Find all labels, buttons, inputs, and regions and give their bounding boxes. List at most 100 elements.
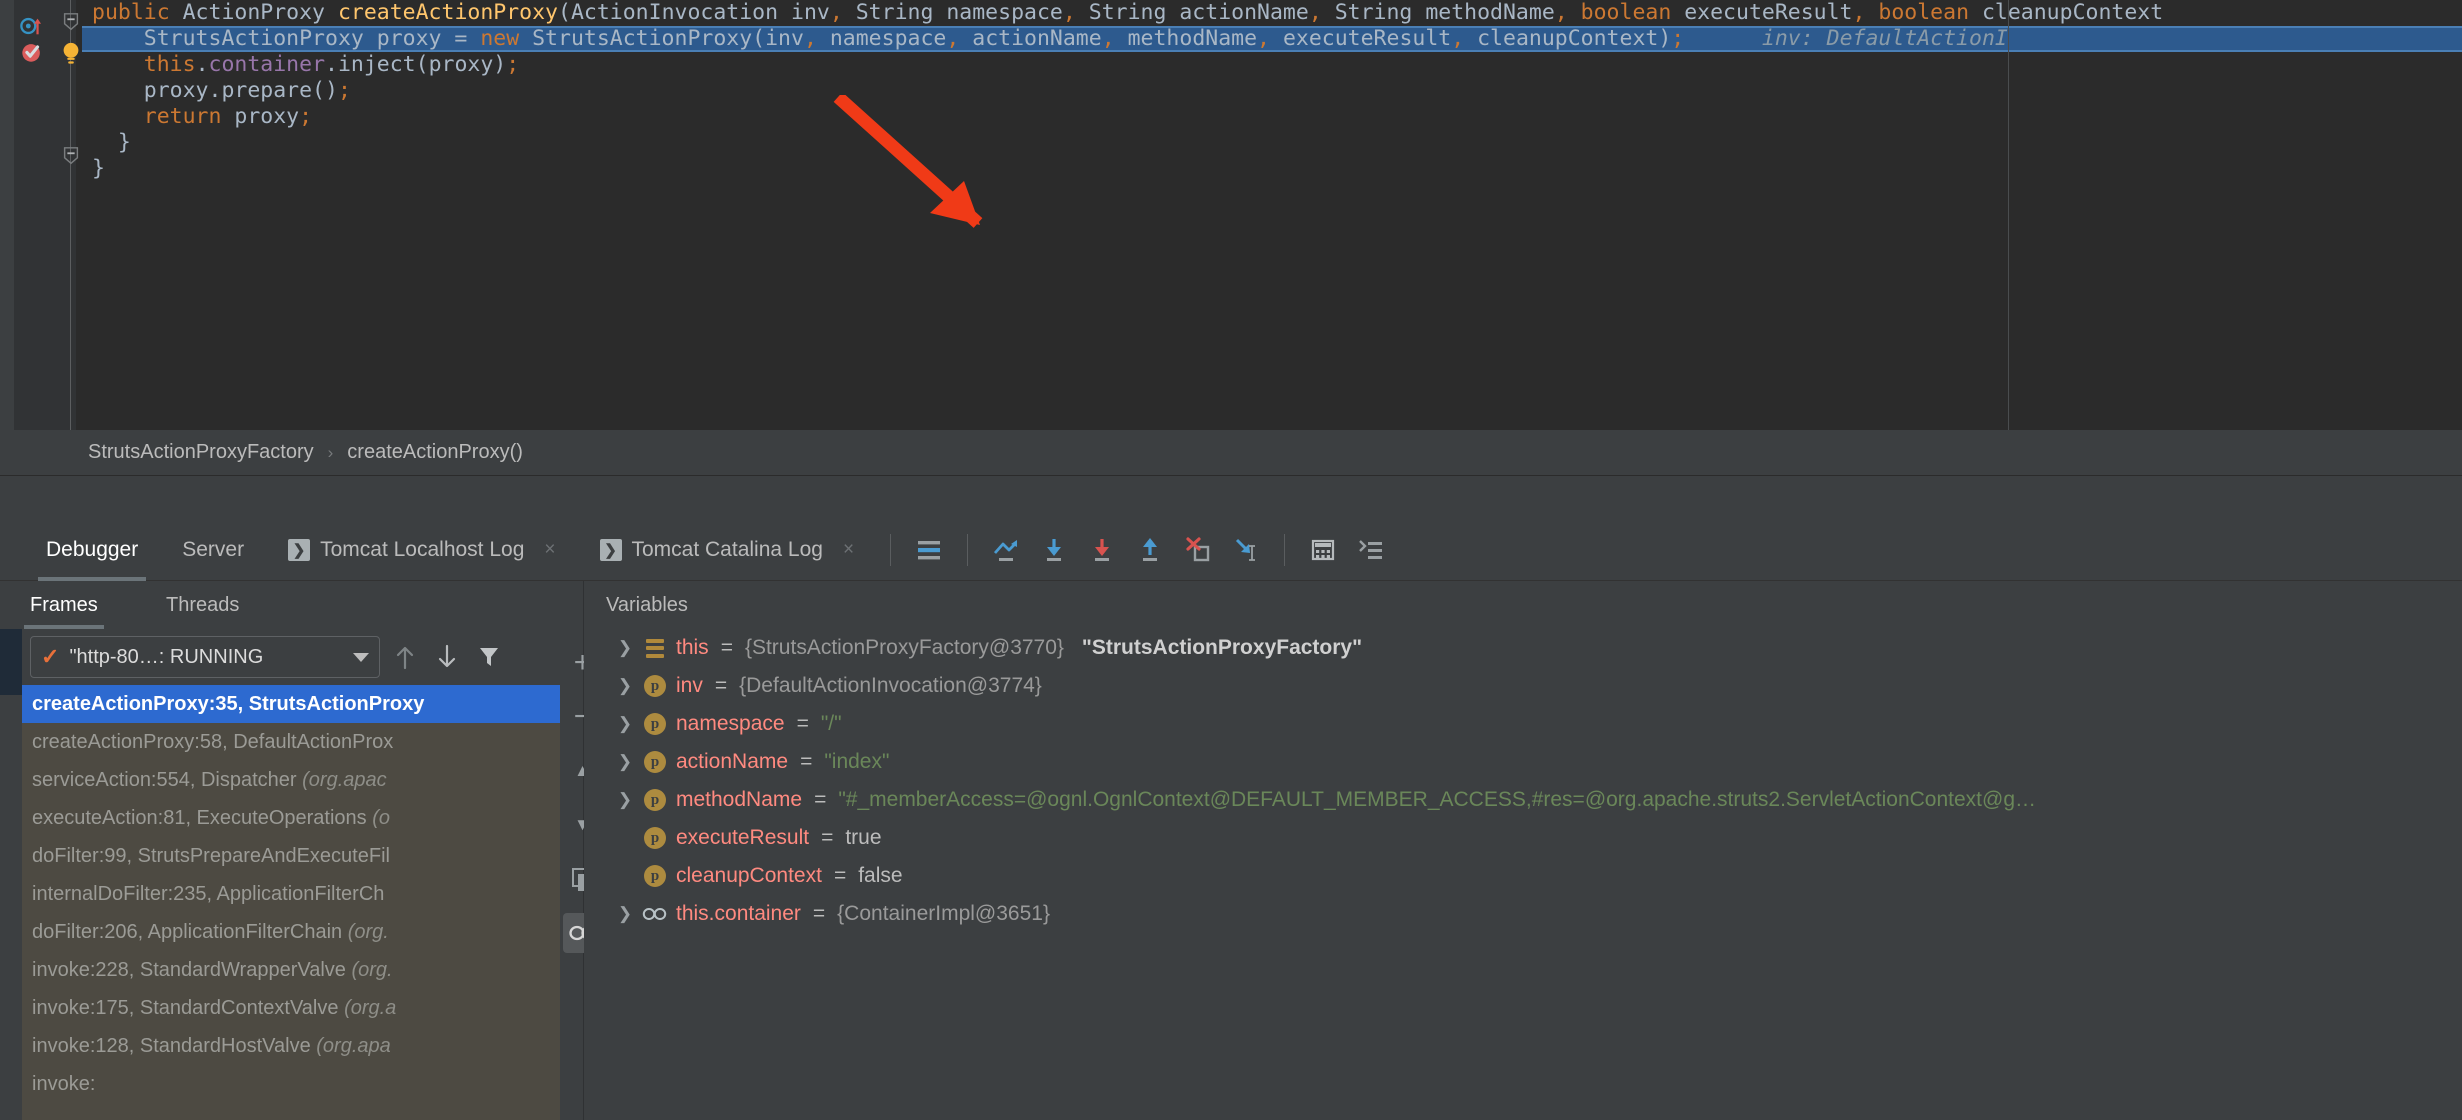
debug-tab-server[interactable]: Server: [160, 519, 266, 581]
breadcrumb-method[interactable]: createActionProxy(): [347, 441, 523, 464]
variable-value: "index": [824, 750, 890, 773]
tab-frames[interactable]: Frames: [24, 581, 104, 629]
chevron-right-icon[interactable]: ❯: [616, 790, 634, 810]
breadcrumb-class[interactable]: StrutsActionProxyFactory: [88, 441, 314, 464]
editor-debug-splitter[interactable]: [0, 477, 2462, 519]
close-icon[interactable]: ×: [843, 539, 854, 561]
frame-row[interactable]: serviceAction:554, Dispatcher (org.apac: [22, 761, 560, 799]
code-lines[interactable]: public ActionProxy createActionProxy(Act…: [82, 0, 2462, 430]
debug-tab-tomcat-localhost-log[interactable]: ❯ Tomcat Localhost Log ×: [266, 519, 577, 581]
variable-name: executeResult: [676, 826, 810, 849]
debug-tab-debugger[interactable]: Debugger: [24, 519, 160, 581]
variable-equals: =: [796, 712, 809, 735]
variable-row[interactable]: ❯ p actionName = "index": [584, 743, 2462, 781]
frame-row[interactable]: executeAction:81, ExecuteOperations (o: [22, 799, 560, 837]
frames-toolbar[interactable]: ✓ "http-80…: RUNNING: [22, 629, 560, 685]
thread-selector[interactable]: ✓ "http-80…: RUNNING: [30, 636, 380, 678]
fold-collapse-icon[interactable]: [60, 12, 82, 32]
line-close-method[interactable]: }: [82, 130, 2462, 156]
tab-variables[interactable]: Variables: [600, 581, 694, 629]
evaluate-expression-icon[interactable]: [1302, 529, 1344, 571]
line-close-class[interactable]: }: [82, 156, 2462, 182]
frame-method: invoke:128, StandardHostValve: [32, 1035, 317, 1057]
chevron-right-icon[interactable]: ❯: [616, 752, 634, 772]
line-prepare[interactable]: proxy.prepare();: [82, 78, 2462, 104]
fold-collapse-icon-bottom[interactable]: [60, 146, 82, 166]
frame-row[interactable]: createActionProxy:58, DefaultActionProx: [22, 723, 560, 761]
force-step-into-icon[interactable]: [1081, 529, 1123, 571]
filter-icon[interactable]: [472, 640, 506, 674]
breakpoint-icon[interactable]: [20, 40, 44, 64]
frame-row[interactable]: doFilter:206, ApplicationFilterChain (or…: [22, 913, 560, 951]
line-return[interactable]: return proxy;: [82, 104, 2462, 130]
variable-equals: =: [720, 636, 733, 659]
frame-package: (org.a: [344, 997, 397, 1019]
variable-row[interactable]: ❯ this.container = {ContainerImpl@3651}: [584, 895, 2462, 933]
frame-row[interactable]: createActionProxy:35, StrutsActionProxy: [22, 685, 560, 723]
editor-right-border: [2008, 0, 2009, 430]
variable-row[interactable]: p executeResult = true: [584, 819, 2462, 857]
frame-row[interactable]: invoke:128, StandardHostValve (org.apa: [22, 1027, 560, 1065]
breadcrumb[interactable]: StrutsActionProxyFactory › createActionP…: [0, 430, 2462, 476]
code-editor[interactable]: public ActionProxy createActionProxy(Act…: [0, 0, 2462, 430]
variable-equals: =: [714, 674, 728, 697]
tab-threads[interactable]: Threads: [160, 581, 245, 629]
arrow-down-icon[interactable]: [430, 640, 464, 674]
close-icon[interactable]: ×: [544, 539, 555, 561]
mute-breakpoints-icon[interactable]: [908, 529, 950, 571]
debug-tab-label: Debugger: [46, 537, 139, 561]
settings-lines-icon[interactable]: [1350, 529, 1392, 571]
variable-row[interactable]: p cleanupContext = false: [584, 857, 2462, 895]
variable-equals: =: [821, 826, 834, 849]
variable-row[interactable]: ❯ this = {StrutsActionProxyFactory@3770} "St…: [584, 629, 2462, 667]
frame-row[interactable]: invoke:228, StandardWrapperValve (org.: [22, 951, 560, 989]
variable-object-ref: {ContainerImpl@3651}: [837, 902, 1050, 925]
code-token: proxy: [221, 104, 300, 129]
line-signature[interactable]: public ActionProxy createActionProxy(Act…: [82, 0, 2462, 26]
chevron-right-icon[interactable]: ❯: [616, 904, 634, 924]
frame-row[interactable]: internalDoFilter:235, ApplicationFilterC…: [22, 875, 560, 913]
code-token: cleanupContext): [1464, 26, 1672, 51]
variable-equals: =: [814, 788, 827, 811]
variable-row[interactable]: ❯ p namespace = "/": [584, 705, 2462, 743]
chevron-right-icon[interactable]: ❯: [616, 714, 634, 734]
frame-row[interactable]: invoke:175, StandardContextValve (org.a: [22, 989, 560, 1027]
frame-row[interactable]: doFilter:99, StrutsPrepareAndExecuteFil: [22, 837, 560, 875]
debug-tab-bar[interactable]: Debugger Server ❯ Tomcat Localhost Log × ❯ Tom…: [0, 519, 2462, 581]
code-token: ActionProxy: [182, 0, 338, 25]
step-into-icon[interactable]: [1033, 529, 1075, 571]
variable-value: "StrutsActionProxyFactory": [1081, 636, 1363, 659]
code-token: return: [143, 104, 222, 129]
debug-tab-label: Tomcat Localhost Log: [320, 537, 525, 561]
run-to-cursor-icon[interactable]: [1225, 529, 1267, 571]
code-token: .inject(proxy): [325, 52, 507, 77]
variable-row[interactable]: ❯ p methodName = "#_memberAccess=@ognl.OgnlC…: [584, 781, 2462, 819]
line-current[interactable]: StrutsActionProxy proxy = new StrutsActi…: [82, 26, 2462, 52]
line-inject[interactable]: this.container.inject(proxy);: [82, 52, 2462, 78]
toolbar-separator: [890, 533, 892, 566]
intention-bulb-icon[interactable]: [60, 42, 82, 66]
variable-row[interactable]: ❯ p inv = {DefaultActionInvocation@3774}: [584, 667, 2462, 705]
implementing-method-icon[interactable]: [20, 14, 44, 38]
chevron-right-icon[interactable]: ❯: [616, 676, 634, 696]
arrow-up-icon[interactable]: [388, 640, 422, 674]
chevron-down-icon[interactable]: [353, 652, 369, 662]
chevron-right-icon[interactable]: ❯: [616, 638, 634, 658]
code-token: ;: [299, 104, 313, 129]
variable-equals: =: [800, 750, 813, 773]
param-icon: p: [642, 865, 668, 887]
step-over-icon[interactable]: [985, 529, 1027, 571]
drop-frame-icon[interactable]: [1177, 529, 1219, 571]
toolbar-separator: [967, 533, 969, 566]
step-out-icon[interactable]: [1129, 529, 1171, 571]
code-token: ,: [1554, 0, 1568, 25]
code-token: public: [92, 0, 183, 25]
debug-tab-tomcat-catalina-log[interactable]: ❯ Tomcat Catalina Log ×: [578, 519, 877, 581]
variables-tree[interactable]: ❯ this = {StrutsActionProxyFactory@3770} "St…: [584, 629, 2462, 1120]
code-token: ,: [829, 0, 843, 25]
frame-package: (org.apa: [316, 1035, 391, 1057]
frame-row[interactable]: invoke:: [22, 1065, 560, 1103]
code-token: }: [92, 130, 131, 155]
frames-list[interactable]: createActionProxy:35, StrutsActionProxy c…: [22, 685, 560, 1120]
